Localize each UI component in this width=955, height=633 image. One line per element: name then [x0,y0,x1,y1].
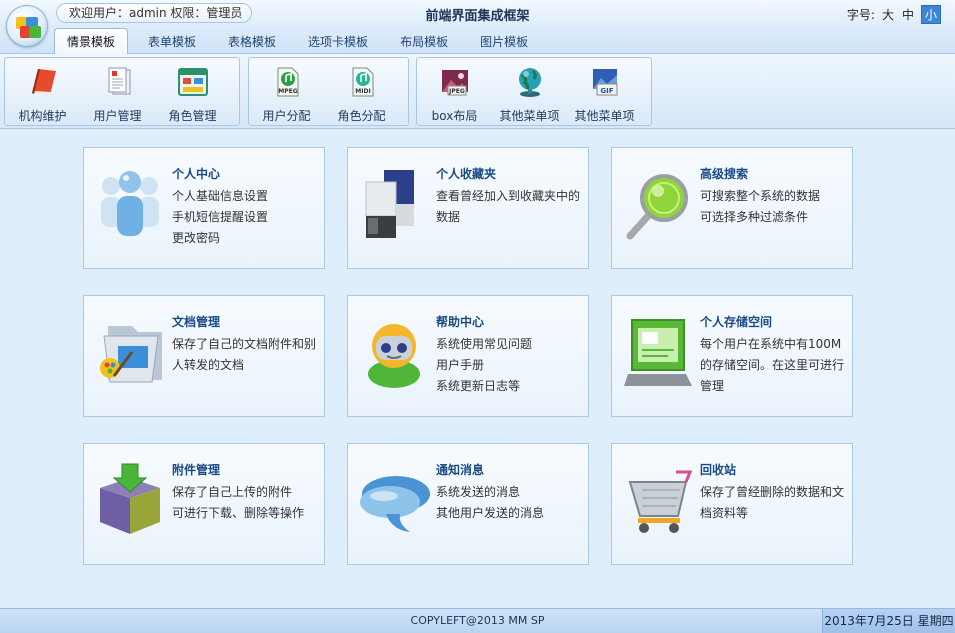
monitor-icon [624,319,692,386]
other-menu-item-1-button[interactable]: 其他菜单项 [492,58,567,125]
font-size-medium[interactable]: 中 [901,6,915,23]
other-menu-item-2-button[interactable]: GIF 其他菜单项 [567,58,642,125]
globe-icon [518,68,541,97]
card-help-center[interactable]: 帮助中心 系统使用常见问题 用户手册 系统更新日志等 [347,295,589,417]
copyright-text: COPYLEFT@2013 MM SP [410,614,545,627]
folder-icon [100,326,162,383]
card-recycle-bin[interactable]: 回收站 保存了曾经删除的数据和文 档资料等 [611,443,853,565]
user-management-label: 用户管理 [93,109,142,123]
user-assign-button[interactable]: MPEG 用户分配 [249,58,324,125]
card-line: 档资料等 [700,506,749,520]
card-line: 保存了自己的文档附件和别 [172,337,317,351]
org-maintenance-label: 机构维护 [18,109,67,123]
card-line: 手机短信提醒设置 [172,210,269,224]
jpeg-file-icon: JPEG [441,70,468,96]
font-size-large[interactable]: 大 [881,6,895,23]
upload-box-icon [100,463,160,534]
card-line: 系统发送的消息 [436,485,521,499]
toolbar-group-1: 机构维护 用户管理 角色管理 [4,57,240,126]
card-line: 保存了曾经删除的数据和文 [700,485,845,499]
font-size-label: 字号: [846,8,875,22]
card-favorites[interactable]: 个人收藏夹 查看曾经加入到收藏夹中的 数据 [347,147,589,269]
svg-text:MIDI: MIDI [355,88,370,95]
card-title: 个人中心 [172,167,221,181]
box-layout-button[interactable]: JPEG box布局 [417,58,492,125]
role-assign-button[interactable]: MIDI 角色分配 [324,58,399,125]
current-date: 2013年7月25日 星期四 [822,609,955,633]
svg-text:JPEG: JPEG [448,88,465,95]
footer: COPYLEFT@2013 MM SP 2013年7月25日 星期四 [0,608,955,633]
card-line: 人转发的文档 [172,358,245,372]
card-line: 可搜索整个系统的数据 [700,189,821,203]
card-title: 个人收藏夹 [436,167,497,181]
document-icon [108,67,130,95]
role-assign-label: 角色分配 [337,109,386,123]
tab-tab-templates[interactable]: 选项卡模板 [296,30,380,54]
card-line: 个人基础信息设置 [172,189,269,203]
role-management-label: 角色管理 [168,109,217,123]
tab-form-templates[interactable]: 表单模板 [136,30,208,54]
toolbar-group-3: JPEG box布局 其他菜单项 GIF 其他菜单项 [416,57,652,126]
card-notifications[interactable]: 通知消息 系统发送的消息 其他用户发送的消息 [347,443,589,565]
card-line: 其他用户发送的消息 [436,506,545,520]
card-attachment-management[interactable]: 附件管理 保存了自己上传的附件 可进行下载、删除等操作 [83,443,325,565]
card-line: 用户手册 [436,358,485,372]
card-line: 系统更新日志等 [436,379,521,393]
card-line: 数据 [436,210,461,224]
tab-image-templates[interactable]: 图片模板 [468,30,540,54]
card-title: 个人存储空间 [700,315,773,329]
card-line: 保存了自己上传的附件 [172,485,293,499]
card-title: 帮助中心 [436,315,485,329]
gif-file-icon: GIF [592,69,617,96]
svg-text:GIF: GIF [600,87,613,95]
card-line: 更改密码 [172,231,221,245]
card-title: 高级搜索 [700,167,749,181]
card-title: 回收站 [700,463,737,477]
card-personal-center[interactable]: 个人中心 个人基础信息设置 手机短信提醒设置 更改密码 [83,147,325,269]
org-maintenance-button[interactable]: 机构维护 [5,58,80,125]
role-management-button[interactable]: 角色管理 [155,58,230,125]
card-line: 管理 [700,379,725,393]
tab-layout-templates[interactable]: 布局模板 [388,30,460,54]
svg-text:MPEG: MPEG [278,88,297,95]
midi-file-icon: MIDI [352,67,373,97]
card-line: 每个用户在系统中有100M [700,337,842,351]
box-layout-label: box布局 [431,109,478,123]
header: 欢迎用户：admin 权限：管理员 前端界面集成框架 字号: 大 中 小 情景模… [0,0,955,55]
card-line: 查看曾经加入到收藏夹中的 [436,189,581,203]
card-title: 附件管理 [172,463,221,477]
user-management-button[interactable]: 用户管理 [80,58,155,125]
tab-scene-templates[interactable]: 情景模板 [54,28,129,55]
helper-robot-icon [368,324,420,388]
other-menu-item-1-label: 其他菜单项 [499,109,560,123]
favorites-icon [365,170,414,238]
card-line: 的存储空间。在这里可进行 [700,358,845,372]
cart-icon [628,470,693,533]
page-title: 前端界面集成框架 [425,9,530,24]
user-assign-label: 用户分配 [262,109,311,123]
other-menu-item-2-label: 其他菜单项 [574,109,635,123]
card-line: 系统使用常见问题 [436,337,533,351]
card-line: 可选择多种过滤条件 [700,210,809,224]
card-document-management[interactable]: 文档管理 保存了自己的文档附件和别 人转发的文档 [83,295,325,417]
card-advanced-search[interactable]: 高级搜索 可搜索整个系统的数据 可选择多种过滤条件 [611,147,853,269]
message-cloud-icon [360,476,430,532]
main-tabs: 情景模板 表单模板 表格模板 选项卡模板 布局模板 图片模板 [54,28,548,55]
font-size-switcher: 字号: 大 中 小 [847,5,941,24]
font-size-small[interactable]: 小 [920,5,941,24]
toolbar-group-2: MPEG 用户分配 MIDI 角色分配 [248,57,409,126]
toolbar: 机构维护 用户管理 角色管理 MPEG 用户分配 MIDI 角色分配 JPEG … [0,54,955,129]
users-icon [101,171,159,236]
book-icon [31,69,56,95]
card-personal-storage[interactable]: 个人存储空间 每个用户在系统中有100M 的存储空间。在这里可进行 管理 [611,295,853,417]
mpeg-file-icon: MPEG [277,67,298,97]
card-line: 可进行下载、删除等操作 [172,506,305,520]
tab-table-templates[interactable]: 表格模板 [216,30,288,54]
card-title: 通知消息 [436,463,485,477]
magnifier-icon [626,174,688,240]
window-icon [177,68,208,96]
card-title: 文档管理 [172,315,221,329]
